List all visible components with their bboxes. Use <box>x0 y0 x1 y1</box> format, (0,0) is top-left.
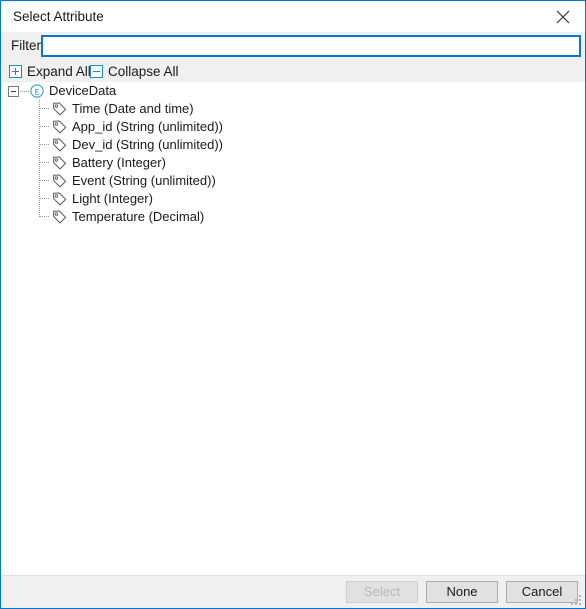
tree-node-label: Dev_id (String (unlimited)) <box>72 137 223 152</box>
svg-text:E: E <box>34 87 39 96</box>
select-button[interactable]: Select <box>346 581 418 603</box>
tree-node-label: Event (String (unlimited)) <box>72 173 216 188</box>
tree-node-label: Light (Integer) <box>72 191 153 206</box>
tree-connector <box>20 90 29 92</box>
collapse-all-label: Collapse All <box>108 64 179 79</box>
tree-node-attribute[interactable]: App_id (String (unlimited)) <box>2 118 585 136</box>
minus-expander-icon[interactable] <box>8 85 19 97</box>
plus-box-icon <box>9 65 22 78</box>
tag-icon <box>52 174 67 188</box>
filter-row: Filter <box>2 32 585 60</box>
tree-node-attribute[interactable]: Event (String (unlimited)) <box>2 172 585 190</box>
tree-connector <box>38 190 52 208</box>
cancel-button[interactable]: Cancel <box>506 581 578 603</box>
tree-connector <box>38 154 52 172</box>
dialog-footer: Select None Cancel <box>2 575 585 608</box>
tag-icon <box>52 120 67 134</box>
dialog-title: Select Attribute <box>13 9 104 24</box>
tree-connector <box>38 136 52 154</box>
resize-grip-icon[interactable] <box>571 595 583 607</box>
tree-node-attribute[interactable]: Dev_id (String (unlimited)) <box>2 136 585 154</box>
tree-node-label: App_id (String (unlimited)) <box>72 119 224 134</box>
tree-node-label: Temperature (Decimal) <box>72 209 205 224</box>
tree-node-attribute[interactable]: Light (Integer) <box>2 190 585 208</box>
tree-children: Time (Date and time) App_id (String (unli… <box>2 100 585 226</box>
expand-all-button[interactable]: Expand All <box>9 62 91 81</box>
tree-node-label: Time (Date and time) <box>72 101 194 116</box>
tree-connector <box>38 208 52 226</box>
tag-icon <box>52 138 67 152</box>
tree-node-label: DeviceData <box>49 83 117 98</box>
tree-connector <box>38 172 52 190</box>
attribute-tree[interactable]: E DeviceData Time (Date and time) App_id … <box>2 82 585 575</box>
tree-node-attribute[interactable]: Temperature (Decimal) <box>2 208 585 226</box>
close-icon <box>556 10 570 24</box>
tag-icon <box>52 102 67 116</box>
tree-node-label: Battery (Integer) <box>72 155 166 170</box>
close-button[interactable] <box>541 2 585 32</box>
tree-node-attribute[interactable]: Time (Date and time) <box>2 100 585 118</box>
tree-connector <box>38 100 52 118</box>
tag-icon <box>52 156 67 170</box>
filter-label: Filter <box>11 38 41 53</box>
tree-node-attribute[interactable]: Battery (Integer) <box>2 154 585 172</box>
filter-input[interactable] <box>41 35 581 57</box>
expand-all-label: Expand All <box>27 64 91 79</box>
tree-connector <box>38 118 52 136</box>
none-button[interactable]: None <box>426 581 498 603</box>
entity-circle-e-icon: E <box>30 84 44 98</box>
tree-toolbar: Expand All Collapse All <box>2 60 585 82</box>
select-attribute-dialog: Select Attribute Filter Expand All Colla… <box>0 0 586 609</box>
tag-icon <box>52 210 67 224</box>
collapse-all-button[interactable]: Collapse All <box>90 62 179 81</box>
title-bar: Select Attribute <box>2 2 585 32</box>
tag-icon <box>52 192 67 206</box>
minus-box-icon <box>90 65 103 78</box>
tree-node-root[interactable]: E DeviceData <box>2 82 585 100</box>
